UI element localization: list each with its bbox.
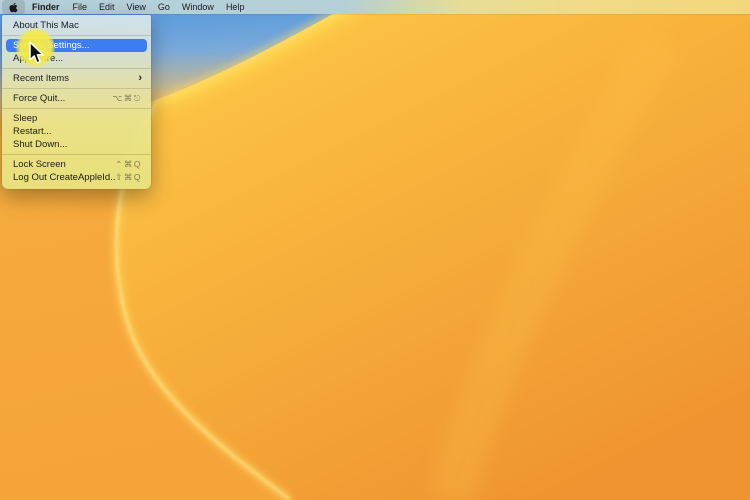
menu-item-label: Shut Down... xyxy=(13,139,142,150)
apple-logo-icon xyxy=(9,2,18,13)
menu-item-label: Force Quit... xyxy=(13,93,112,104)
menu-item-log-out[interactable]: Log Out CreateAppleId... ⇧⌘Q xyxy=(2,171,151,184)
menubar-item-view[interactable]: View xyxy=(121,2,152,12)
menu-item-label: Restart... xyxy=(13,126,142,137)
menu-separator xyxy=(2,108,151,109)
menu-item-sleep[interactable]: Sleep xyxy=(2,112,151,125)
menu-item-shortcut: ⇧⌘Q xyxy=(115,172,142,183)
submenu-chevron-icon: › xyxy=(138,74,142,83)
menu-item-label: Sleep xyxy=(13,113,142,124)
menubar-item-finder[interactable]: Finder xyxy=(25,2,67,12)
apple-menu-dropdown: About This Mac System Settings... App St… xyxy=(2,15,151,189)
menu-item-lock-screen[interactable]: Lock Screen ⌃⌘Q xyxy=(2,158,151,171)
menu-item-about-this-mac[interactable]: About This Mac xyxy=(2,19,151,32)
menu-item-restart[interactable]: Restart... xyxy=(2,125,151,138)
menu-item-app-store[interactable]: App Store... xyxy=(2,52,151,65)
menu-separator xyxy=(2,35,151,36)
menu-item-shortcut: ⌃⌘Q xyxy=(115,159,142,170)
menu-bar: Finder File Edit View Go Window Help xyxy=(0,0,750,14)
menubar-item-go[interactable]: Go xyxy=(152,2,176,12)
menu-separator xyxy=(2,154,151,155)
menu-item-shut-down[interactable]: Shut Down... xyxy=(2,138,151,151)
menu-item-force-quit[interactable]: Force Quit... ⌥⌘⎋ xyxy=(2,92,151,105)
menu-item-label: App Store... xyxy=(13,53,142,64)
macos-desktop: { "menubar": { "apple_icon": "apple-logo… xyxy=(0,0,750,500)
menu-item-label: Log Out CreateAppleId... xyxy=(13,172,115,183)
apple-menu-button[interactable] xyxy=(2,0,25,14)
menubar-item-file[interactable]: File xyxy=(67,2,94,12)
menu-separator xyxy=(2,68,151,69)
menubar-item-window[interactable]: Window xyxy=(176,2,220,12)
menubar-item-help[interactable]: Help xyxy=(220,2,251,12)
menu-item-label: Lock Screen xyxy=(13,159,115,170)
menu-item-shortcut: ⌥⌘⎋ xyxy=(112,93,142,104)
menu-item-recent-items[interactable]: Recent Items › xyxy=(2,72,151,85)
menu-item-label: Recent Items xyxy=(13,73,138,84)
menu-item-label: About This Mac xyxy=(13,20,142,31)
menu-separator xyxy=(2,88,151,89)
menu-item-label: System Settings... xyxy=(13,40,142,51)
menubar-item-edit[interactable]: Edit xyxy=(93,2,121,12)
menu-item-system-settings[interactable]: System Settings... xyxy=(6,39,147,52)
